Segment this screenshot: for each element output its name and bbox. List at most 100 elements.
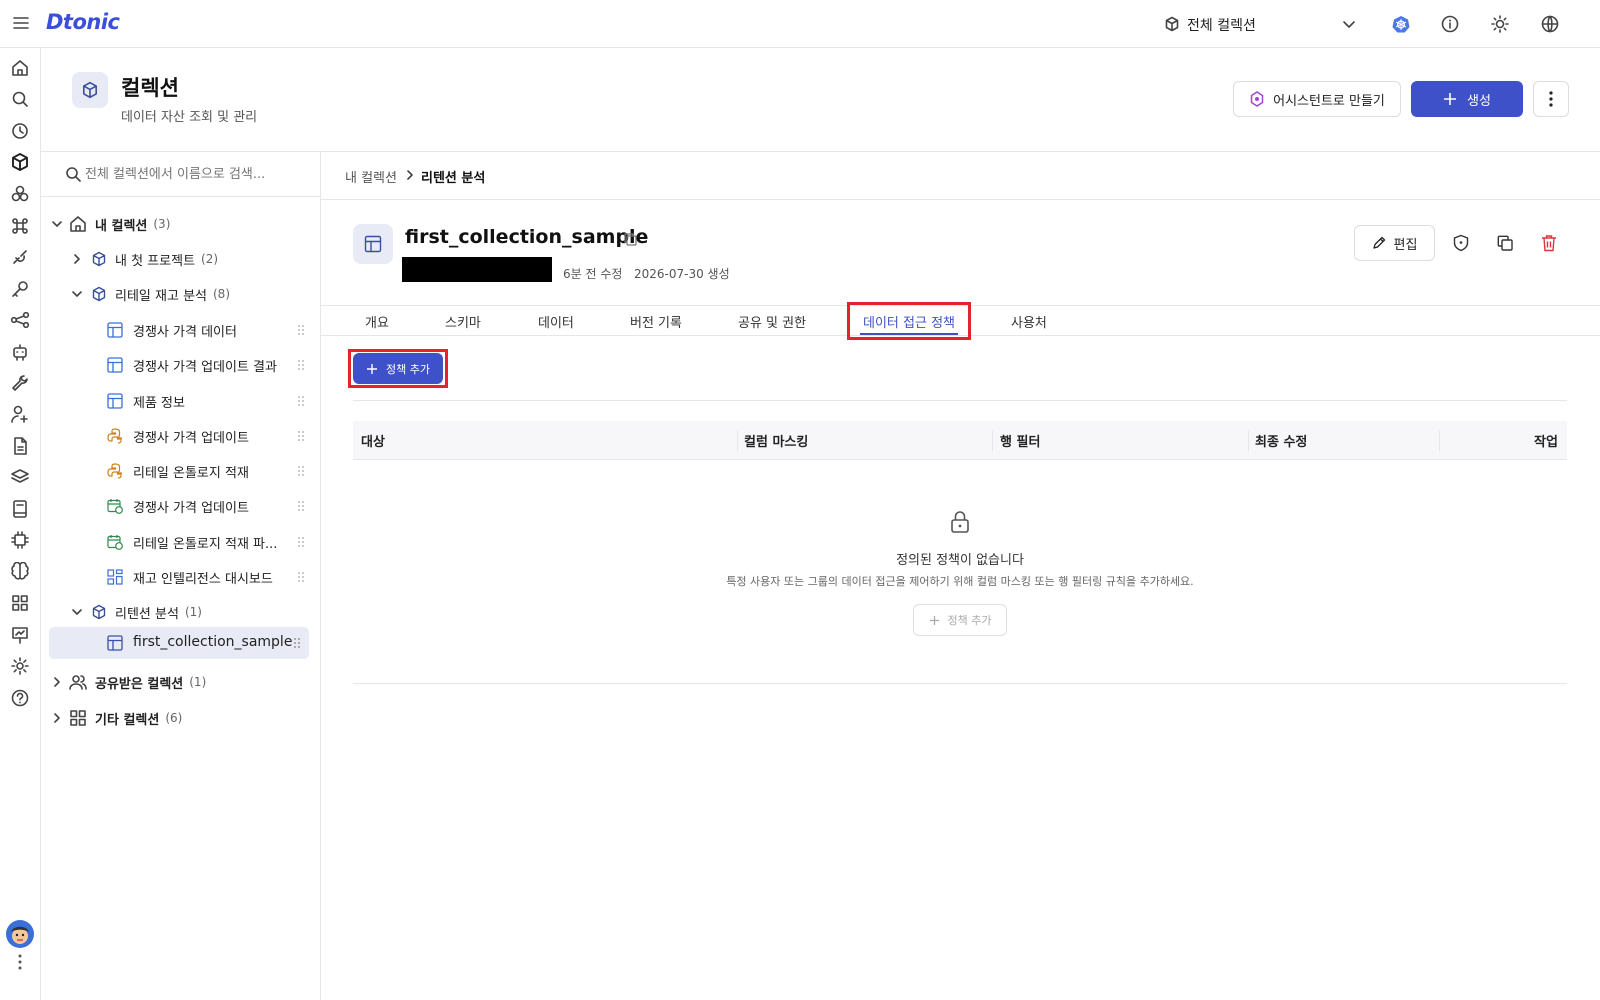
chevron-down-icon xyxy=(72,291,82,297)
breadcrumb-current: 리텐션 분석 xyxy=(421,171,486,186)
tab-overview[interactable]: 개요 xyxy=(365,312,389,331)
edit-icon xyxy=(1372,236,1385,249)
home-icon xyxy=(70,216,86,232)
collection-cube-icon xyxy=(72,72,108,108)
dataset-created: 2026-07-30 생성 xyxy=(634,267,730,281)
robot-icon[interactable] xyxy=(10,342,30,362)
empty-add-policy-button[interactable]: 정책 추가 xyxy=(913,604,1007,636)
tree-project-retail[interactable]: 리테일 재고 분석 (8) xyxy=(71,278,230,310)
apps-grid-icon[interactable] xyxy=(10,593,30,613)
tree-shared-collections[interactable]: 공유받은 컬렉션 (1) xyxy=(51,666,206,698)
tree-item[interactable]: 경쟁사 가격 업데이트 xyxy=(107,490,317,522)
trash-icon[interactable] xyxy=(1541,234,1557,252)
tab-data[interactable]: 데이터 xyxy=(538,312,574,331)
tab-data-access-policy[interactable]: 데이터 접근 정책 xyxy=(863,312,955,331)
drag-handle-icon[interactable] xyxy=(297,430,305,442)
tab-sharing-permissions[interactable]: 공유 및 권한 xyxy=(738,312,806,331)
drag-handle-icon[interactable] xyxy=(297,324,305,336)
help-icon[interactable] xyxy=(10,688,30,708)
tree-project-first[interactable]: 내 첫 프로젝트 (2) xyxy=(71,243,218,275)
tree-item[interactable]: 경쟁사 가격 업데이트 xyxy=(107,420,317,452)
ontology-icon[interactable] xyxy=(10,184,30,204)
column-header[interactable]: 컬럼 마스킹 xyxy=(744,431,808,450)
tree-label: 경쟁사 가격 데이터 xyxy=(133,324,237,340)
tree-project-retention[interactable]: 리텐션 분석 (1) xyxy=(71,596,202,628)
home-icon[interactable] xyxy=(10,58,30,78)
presentation-icon[interactable] xyxy=(10,625,30,645)
assistant-create-button[interactable]: 어시스턴트로 만들기 xyxy=(1233,81,1401,117)
duplicate-icon[interactable] xyxy=(1497,235,1513,251)
pipeline-icon[interactable] xyxy=(10,247,30,267)
user-settings-icon[interactable] xyxy=(10,404,30,424)
avatar[interactable] xyxy=(6,920,34,948)
chip-icon[interactable] xyxy=(10,530,30,550)
tab-schema[interactable]: 스키마 xyxy=(445,312,481,331)
tab-version-history[interactable]: 버전 기록 xyxy=(630,312,682,331)
command-icon[interactable] xyxy=(10,216,30,236)
search-icon[interactable] xyxy=(10,89,30,109)
history-icon[interactable] xyxy=(10,121,30,141)
tree-my-collections[interactable]: 내 컬렉션 (3) xyxy=(51,208,170,240)
tree-label: 제품 정보 xyxy=(133,395,185,411)
tree-item[interactable]: 경쟁사 가격 데이터 xyxy=(107,314,317,346)
collection-select[interactable]: 전체 컬렉션 xyxy=(1187,15,1256,35)
app-logo[interactable]: Dtonic xyxy=(46,10,120,34)
tree-label: first_collection_sample xyxy=(133,634,293,650)
tree-label: 리테일 재고 분석 xyxy=(115,288,207,304)
copy-icon[interactable] xyxy=(623,232,637,246)
theme-sun-icon[interactable] xyxy=(1491,15,1509,33)
add-policy-label: 정책 추가 xyxy=(386,362,430,376)
add-policy-button[interactable]: 정책 추가 xyxy=(353,353,443,384)
tree-item[interactable]: 리테일 온톨로지 적재 파... xyxy=(107,526,317,558)
page-subtitle: 데이터 자산 조회 및 관리 xyxy=(121,110,258,125)
column-header[interactable]: 최종 수정 xyxy=(1255,431,1307,450)
chevron-right-icon xyxy=(74,254,80,264)
more-options-button[interactable] xyxy=(1533,81,1569,117)
search-box[interactable] xyxy=(41,152,320,197)
drag-handle-icon[interactable] xyxy=(297,536,305,548)
drag-handle-icon[interactable] xyxy=(297,359,305,371)
column-header[interactable]: 행 필터 xyxy=(1000,431,1040,450)
tree-item[interactable]: 리테일 온톨로지 적재 xyxy=(107,455,317,487)
brain-icon[interactable] xyxy=(10,562,30,582)
drag-handle-icon[interactable] xyxy=(297,500,305,512)
search-input[interactable] xyxy=(85,162,305,186)
layers-icon[interactable] xyxy=(10,467,30,487)
tree-count: (3) xyxy=(153,217,171,231)
info-icon[interactable] xyxy=(1441,15,1459,33)
wrench-icon[interactable] xyxy=(10,373,30,393)
plus-icon xyxy=(1444,93,1457,105)
tree-item-selected[interactable]: first_collection_sample xyxy=(49,627,309,659)
drag-handle-icon[interactable] xyxy=(297,571,305,583)
drag-handle-icon[interactable] xyxy=(293,637,301,649)
tree-item[interactable]: 재고 인텔리전스 대시보드 xyxy=(107,561,317,593)
create-button[interactable]: 생성 xyxy=(1411,81,1523,117)
settings-gear-icon[interactable] xyxy=(10,656,30,676)
tree-item[interactable]: 제품 정보 xyxy=(107,385,317,417)
edit-button[interactable]: 편집 xyxy=(1354,225,1435,261)
tree-item[interactable]: 경쟁사 가격 업데이트 결과 xyxy=(107,349,317,381)
kubernetes-icon[interactable] xyxy=(1392,15,1410,33)
lineage-icon[interactable] xyxy=(10,310,30,330)
menu-icon[interactable] xyxy=(13,16,29,30)
drag-handle-icon[interactable] xyxy=(297,395,305,407)
shield-icon[interactable] xyxy=(1452,234,1470,252)
tree-other-collections[interactable]: 기타 컬렉션 (6) xyxy=(51,702,182,734)
create-label: 생성 xyxy=(1467,93,1491,109)
breadcrumb-parent[interactable]: 내 컬렉션 xyxy=(345,167,397,186)
tab-usage[interactable]: 사용처 xyxy=(1011,312,1047,331)
document-icon[interactable] xyxy=(10,436,30,456)
key-icon[interactable] xyxy=(10,279,30,299)
column-header[interactable]: 대상 xyxy=(361,431,385,450)
tree-count: (6) xyxy=(165,711,183,725)
drag-handle-icon[interactable] xyxy=(297,465,305,477)
globe-icon[interactable] xyxy=(1541,15,1559,33)
chevron-down-icon[interactable] xyxy=(1342,17,1356,31)
page-header: 컬렉션 데이터 자산 조회 및 관리 어시스턴트로 만들기 생성 xyxy=(41,48,1600,152)
notebook-icon[interactable] xyxy=(10,499,30,519)
tree-count: (1) xyxy=(184,605,202,619)
table-icon xyxy=(107,393,123,409)
more-vertical-icon[interactable] xyxy=(18,954,22,970)
tree-count: (8) xyxy=(213,287,230,301)
collection-cube-icon[interactable] xyxy=(10,152,30,172)
